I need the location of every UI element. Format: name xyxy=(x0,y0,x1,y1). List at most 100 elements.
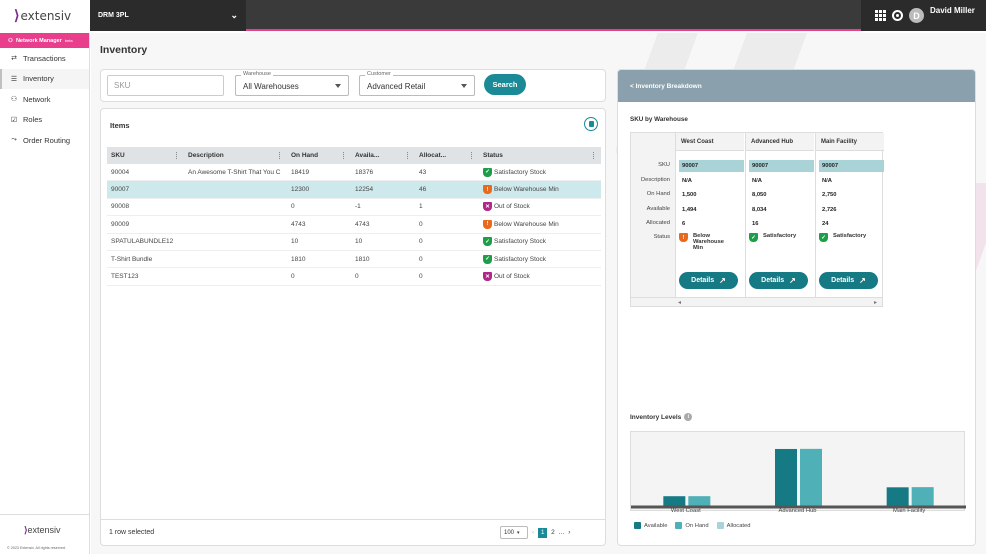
organization-selector[interactable]: DRM 3PL ⌄ xyxy=(90,0,246,31)
status-green-icon: ✓ xyxy=(749,233,758,242)
external-arrow-icon: ↗ xyxy=(719,276,726,285)
sidebar-item-inventory[interactable]: ☰ Inventory xyxy=(0,68,89,89)
organization-name: DRM 3PL xyxy=(98,12,129,19)
column-header-allocated[interactable]: Allocat... xyxy=(415,147,479,164)
details-button[interactable]: Details ↗ xyxy=(749,272,808,289)
inventory-icon: ☰ xyxy=(10,75,18,83)
column-header-description[interactable]: Description xyxy=(184,147,287,164)
warehouse-name: Main Facility xyxy=(816,133,884,151)
legend-item[interactable]: Allocated xyxy=(716,522,750,529)
table-row[interactable]: 90004 An Awesome T-Shirt That You C 18419 1… xyxy=(107,164,601,182)
warehouse-avail-value: 1,494 xyxy=(682,207,697,213)
cell-description xyxy=(184,181,287,197)
legend-item[interactable]: On Hand xyxy=(675,522,709,529)
table-row[interactable]: T-Shirt Bundle 1810 1810 0 ✓ Satisfactory Sto… xyxy=(107,251,601,269)
warehouse-column: Main Facility 90007 N/A 2,750 2,726 24 ✓ Satisf… xyxy=(815,133,884,306)
cell-status: ✓ Satisfactory Stock xyxy=(479,234,601,250)
warehouse-desc-value: N/A xyxy=(752,178,762,184)
page-size-value: 100 xyxy=(504,529,515,536)
cell-sku: 90009 xyxy=(111,220,130,228)
legend-label: On Hand xyxy=(685,522,709,529)
cell-on-hand: 0 xyxy=(291,273,295,281)
external-arrow-icon: ↗ xyxy=(789,276,796,285)
cell-on-hand: 10 xyxy=(291,238,299,246)
items-grid: SKU Description On Hand Availa... Alloca… xyxy=(107,147,601,286)
avatar[interactable]: D xyxy=(909,8,924,23)
details-label: Details xyxy=(691,277,715,284)
search-button[interactable]: Search xyxy=(484,74,526,95)
details-button[interactable]: Details ↗ xyxy=(819,272,878,289)
cell-allocated: 0 xyxy=(419,273,423,281)
bar-available[interactable] xyxy=(663,496,686,507)
sidebar-item-label: Network xyxy=(23,94,51,104)
cell-status: ✓ Satisfactory Stock xyxy=(479,251,601,267)
bar-on-hand[interactable] xyxy=(688,496,711,507)
scroll-right-icon[interactable]: ▸ xyxy=(874,299,877,306)
cell-status: ✓ Satisfactory Stock xyxy=(479,164,601,180)
page-title: Inventory xyxy=(100,44,148,56)
info-icon[interactable]: i xyxy=(684,413,693,421)
cell-status: ! Below Warehouse Min xyxy=(479,216,601,232)
x-tick-label: Main Facility xyxy=(893,508,926,514)
page-size-select[interactable]: 100 ▾ xyxy=(500,526,528,539)
warehouse-desc-value: N/A xyxy=(682,178,692,184)
sidebar-item-order-routing[interactable]: ⤳ Order Routing xyxy=(0,130,89,151)
table-row[interactable]: 90007 12300 12254 46! Below Warehouse Min xyxy=(107,181,601,199)
top-bar: ⟩ extensiv DRM 3PL ⌄ D David Miller xyxy=(0,0,986,31)
help-icon[interactable] xyxy=(892,10,903,21)
app-logo[interactable]: ⟩ extensiv xyxy=(0,0,90,31)
cell-on-hand: 4743 xyxy=(291,220,306,228)
details-button[interactable]: Details ↗ xyxy=(679,272,738,289)
warehouse-select[interactable]: Warehouse All Warehouses xyxy=(235,71,349,96)
page-2-button[interactable]: 2 xyxy=(551,529,555,536)
row-label-allocated: Allocated xyxy=(646,220,670,226)
page-ellipsis[interactable]: ... xyxy=(559,529,564,536)
network-icon: ⚇ xyxy=(10,96,18,104)
warehouse-avail-value: 8,034 xyxy=(752,207,767,213)
column-header-on-hand[interactable]: On Hand xyxy=(287,147,351,164)
cell-available: 4743 xyxy=(355,220,370,228)
items-title: Items xyxy=(110,121,130,130)
details-label: Details xyxy=(761,277,785,284)
legend-item[interactable]: Available xyxy=(634,522,667,529)
cell-on-hand: 18419 xyxy=(291,168,310,176)
column-header-available[interactable]: Availa... xyxy=(351,147,415,164)
bar-on-hand[interactable] xyxy=(911,487,934,507)
user-name[interactable]: David Miller xyxy=(930,6,975,15)
column-header-sku[interactable]: SKU xyxy=(107,147,184,164)
sidebar-item-network[interactable]: ⚇ Network xyxy=(0,89,89,110)
next-page-icon[interactable]: › xyxy=(568,529,570,536)
sidebar: ⚇ Network Manager beta ⇄ Transactions ☰ … xyxy=(0,33,90,554)
prev-page-icon[interactable]: ‹ xyxy=(532,529,534,536)
cell-sku: T-Shirt Bundle xyxy=(111,255,153,263)
table-row[interactable]: 90008 0 -1 1 ✕ Out of Stock xyxy=(107,199,601,217)
network-manager-icon: ⚇ xyxy=(8,37,13,44)
bar-available[interactable] xyxy=(775,448,797,507)
cell-description xyxy=(184,251,287,267)
roles-icon: ☑ xyxy=(10,116,18,124)
horizontal-scrollbar[interactable]: ◂ ▸ xyxy=(631,297,882,306)
row-label-description: Description xyxy=(641,177,670,183)
warehouse-alloc-value: 16 xyxy=(752,221,759,227)
table-row[interactable]: 90009 4743 4743 0! Below Warehouse Min xyxy=(107,216,601,234)
sidebar-item-transactions[interactable]: ⇄ Transactions xyxy=(0,48,89,69)
cell-available: 1810 xyxy=(355,255,370,263)
column-header-status[interactable]: Status xyxy=(479,147,601,164)
export-button[interactable] xyxy=(584,117,598,131)
sku-search-input[interactable]: SKU xyxy=(107,75,224,96)
export-icon xyxy=(588,121,594,127)
bar-available[interactable] xyxy=(886,487,909,507)
table-row[interactable]: SPATULABUNDLE12 10 10 0 ✓ Satisfactory Stock xyxy=(107,234,601,251)
sidebar-item-roles[interactable]: ☑ Roles xyxy=(0,110,89,131)
cell-description xyxy=(184,268,287,284)
customer-select[interactable]: Customer Advanced Retail xyxy=(359,71,475,96)
bar-on-hand[interactable] xyxy=(800,448,822,507)
apps-grid-icon[interactable] xyxy=(875,10,886,21)
scroll-left-icon[interactable]: ◂ xyxy=(678,299,681,306)
breakdown-back-link[interactable]: < Inventory Breakdown xyxy=(618,70,975,102)
page-1-button[interactable]: 1 xyxy=(538,527,548,538)
caret-down-icon xyxy=(461,84,467,88)
table-row[interactable]: TEST123 0 0 0 ✕ Out of Stock xyxy=(107,268,601,286)
warehouse-status: ! Below Warehouse Min xyxy=(679,233,724,251)
row-labels: SKU Description On Hand Available Alloca… xyxy=(631,133,675,306)
